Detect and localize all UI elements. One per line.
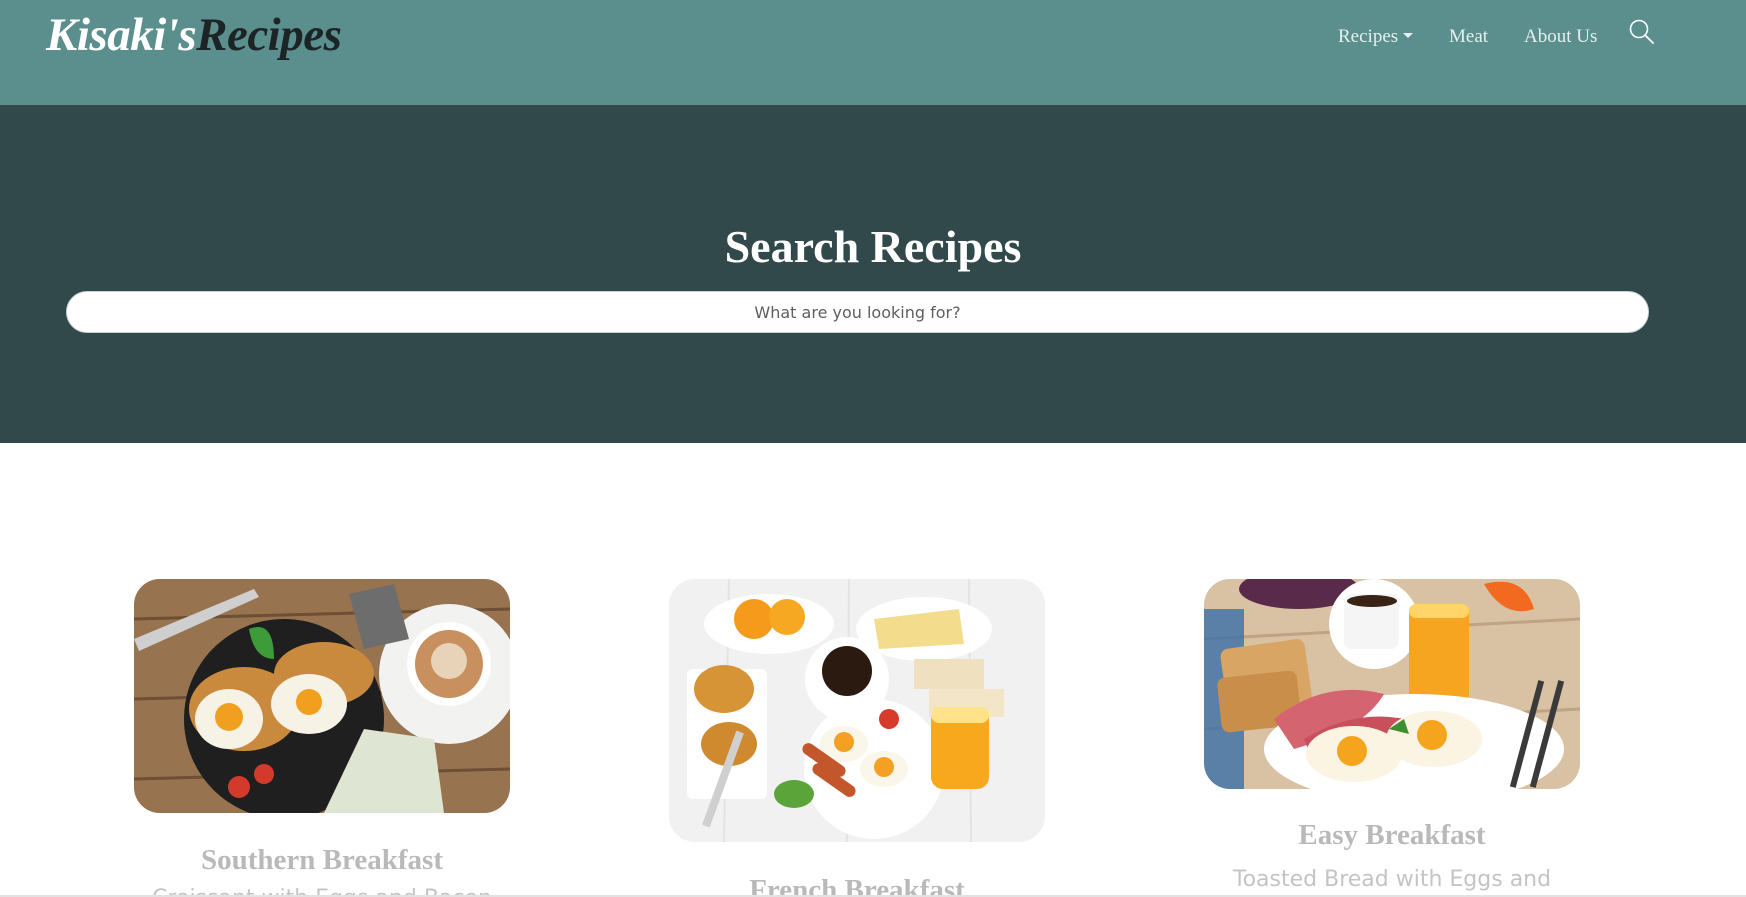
nav-about-us[interactable]: About Us [1524,26,1597,48]
caret-down-icon [1403,33,1414,38]
brand-name-part2: Recipes [196,9,342,61]
navbar: Kisaki'sRecipes Recipes Meat About Us [0,0,1746,105]
hero-search-section: Search Recipes [0,105,1746,443]
recipe-search-input[interactable] [66,291,1649,333]
recipe-image[interactable] [134,579,510,813]
recipe-title[interactable]: French Breakfast [669,874,1045,897]
recipe-title[interactable]: Southern Breakfast [134,844,510,877]
recipe-card-french-breakfast[interactable]: French Breakfast [669,579,1045,897]
nav-recipes-dropdown[interactable]: Recipes [1338,26,1414,48]
nav-recipes-label: Recipes [1338,26,1399,47]
nav-meat[interactable]: Meat [1449,26,1488,48]
brand-logo[interactable]: Kisaki'sRecipes [46,8,342,63]
search-icon[interactable] [1628,18,1656,46]
recipe-card-southern-breakfast[interactable]: Southern Breakfast Croissant with Eggs a… [134,579,510,897]
recipe-card-easy-breakfast[interactable]: Easy Breakfast Toasted Bread with Eggs a… [1204,579,1580,897]
recipe-image[interactable] [669,579,1045,842]
recipe-title[interactable]: Easy Breakfast [1204,819,1580,852]
hero-title: Search Recipes [724,221,1022,272]
recipe-description: Toasted Bread with Eggs and [1232,867,1552,892]
brand-name-part1: Kisaki's [46,9,197,61]
recipe-image[interactable] [1204,579,1580,789]
